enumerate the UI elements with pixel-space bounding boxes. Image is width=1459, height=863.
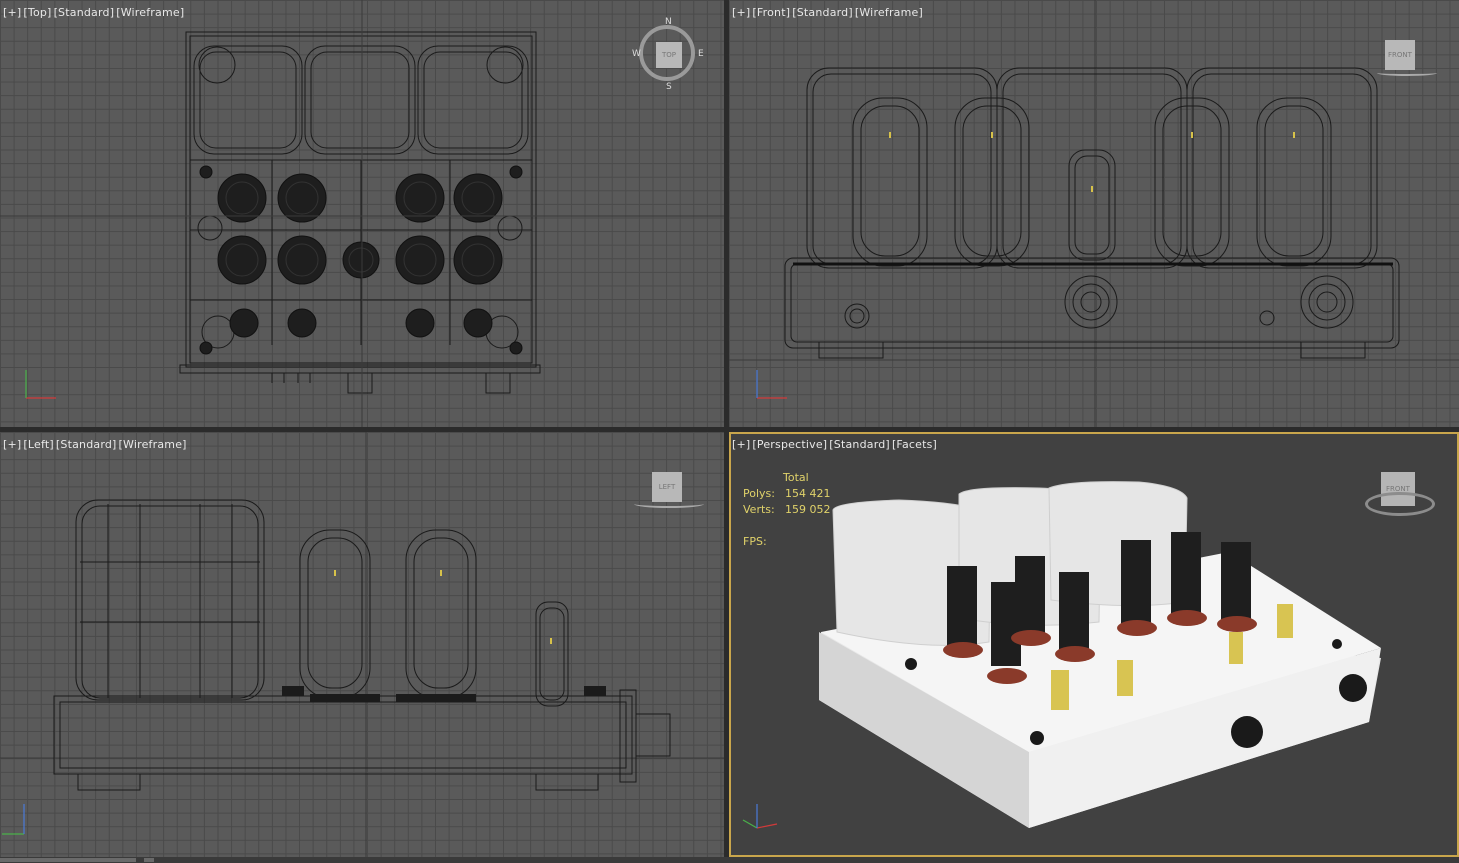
- viewport-front[interactable]: [+] [Front] [Standard] [Wireframe] FRONT: [729, 0, 1459, 427]
- viewcube-ring: [1365, 492, 1435, 516]
- viewport-scrollbar[interactable]: [0, 857, 1459, 863]
- viewcube-left[interactable]: LEFT: [634, 472, 706, 512]
- viewcube-front[interactable]: FRONT: [1377, 40, 1439, 80]
- viewport-left[interactable]: [+] [Left] [Standard] [Wireframe] LEFT: [0, 432, 724, 857]
- viewport-perspective[interactable]: [+] [Perspective] [Standard] [Facets] Total…: [729, 432, 1459, 857]
- viewcube-perspective[interactable]: FRONT: [1365, 468, 1435, 520]
- viewcube-ring: [1377, 70, 1437, 76]
- viewcube-ring: [634, 500, 704, 508]
- scrollbar-handle[interactable]: [144, 858, 154, 862]
- compass-west-label: W: [632, 49, 641, 59]
- perspective-shaded-model: [742, 481, 1381, 829]
- front-wireframe-model: [729, 0, 1459, 427]
- compass-east-label: E: [698, 49, 704, 59]
- scrollbar-thumb[interactable]: [0, 858, 136, 862]
- left-wireframe-model: [0, 432, 724, 857]
- compass-south-label: S: [666, 82, 672, 92]
- viewcube-face-left[interactable]: LEFT: [652, 472, 682, 502]
- compass-north-label: N: [665, 17, 672, 27]
- top-wireframe-model: [0, 0, 724, 427]
- viewcube-top[interactable]: TOP N S E W: [632, 17, 704, 92]
- viewcube-face-front[interactable]: FRONT: [1385, 40, 1415, 70]
- viewcube-face-top[interactable]: TOP: [656, 42, 682, 68]
- viewport-top[interactable]: [+] [Top] [Standard] [Wireframe] TOP N S…: [0, 0, 724, 427]
